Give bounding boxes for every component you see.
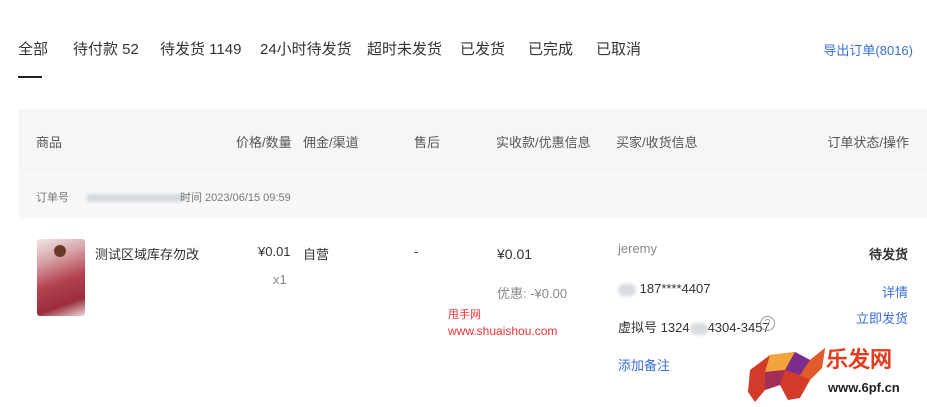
col-status-actions: 订单状态/操作 <box>827 135 909 150</box>
col-payment-discount: 实收款/优惠信息 <box>496 135 591 150</box>
buyer-name: jeremy <box>618 241 658 256</box>
channel: 自营 <box>303 247 330 262</box>
tab-24h-pending-shipment[interactable]: 24小时待发货 <box>260 38 352 59</box>
watermark-url: www.shuaishou.com <box>448 324 558 338</box>
col-commission-channel: 佣金/渠道 <box>303 135 359 150</box>
tab-cancelled[interactable]: 已取消 <box>596 38 641 59</box>
table-header: 商品 价格/数量 佣金/渠道 售后 实收款/优惠信息 买家/收货信息 订单状态/… <box>18 109 927 171</box>
order-status: 待发货 <box>868 247 908 262</box>
details-link[interactable]: 详情 <box>882 282 908 301</box>
product-thumbnail[interactable] <box>37 239 85 316</box>
paid-amount: ¥0.01 <box>497 246 533 262</box>
watermark-text: 甩手网 <box>448 309 481 321</box>
tab-pending-payment[interactable]: 待付款 52 <box>73 38 139 59</box>
virtual-number-line: 虚拟号 1324 4304-3457 <box>618 317 770 336</box>
order-time: 时间 2023/06/15 09:59 <box>180 192 291 204</box>
tab-completed[interactable]: 已完成 <box>528 38 573 59</box>
order-number-redacted <box>86 194 186 202</box>
tab-overdue-unshipped[interactable]: 超时未发货 <box>367 38 442 59</box>
col-product: 商品 <box>36 135 63 150</box>
after-sale: - <box>414 244 419 259</box>
order-number-label: 订单号 <box>36 192 69 204</box>
tab-all[interactable]: 全部 <box>18 38 48 59</box>
virtual-number-label: 虚拟号 <box>618 320 658 335</box>
logo-url: www.6pf.cn <box>828 380 900 395</box>
quantity: x1 <box>273 272 287 287</box>
price: ¥0.01 <box>258 244 291 259</box>
col-after-sale: 售后 <box>414 135 441 150</box>
order-status-tabs: 全部 待付款 52 待发货 1149 24小时待发货 超时未发货 已发货 已完成… <box>0 0 927 100</box>
export-orders-link[interactable]: 导出订单(8016) <box>823 40 913 59</box>
logo-text: 乐发网 <box>826 347 893 373</box>
tab-pending-shipment[interactable]: 待发货 1149 <box>160 38 241 59</box>
phone-redacted <box>618 283 636 296</box>
ship-now-link[interactable]: 立即发货 <box>856 308 908 327</box>
discount-info: 优惠: -¥0.00 <box>497 286 568 301</box>
active-tab-indicator <box>18 76 42 78</box>
virtual-number-prefix: 1324 <box>660 320 690 335</box>
buyer-phone: 187****4407 <box>639 281 711 296</box>
product-name[interactable]: 测试区域库存勿改 <box>95 244 199 263</box>
buyer-phone-line: 187****4407 <box>618 281 710 296</box>
add-note-link[interactable]: 添加备注 <box>618 355 670 374</box>
order-info-bar: 订单号 时间 2023/06/15 09:59 <box>18 171 927 219</box>
help-icon[interactable]: ? <box>760 316 775 331</box>
virtual-number-redacted <box>689 322 708 335</box>
col-price-quantity: 价格/数量 <box>236 135 292 150</box>
col-buyer-shipping: 买家/收货信息 <box>616 135 698 150</box>
tab-shipped[interactable]: 已发货 <box>460 38 505 59</box>
